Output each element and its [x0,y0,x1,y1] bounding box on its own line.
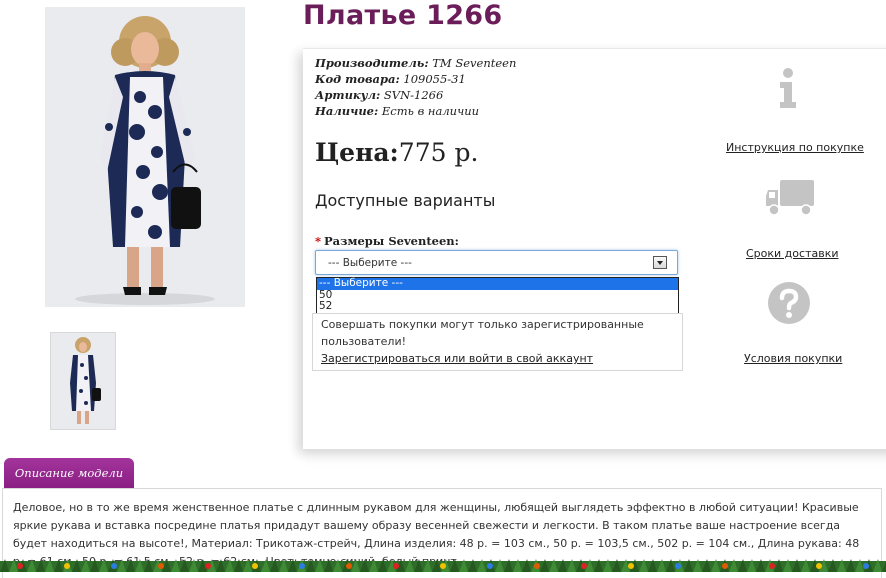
product-thumbnail[interactable] [50,332,116,430]
login-notice: Совершать покупки могут только зарегистр… [312,313,683,371]
garland-decoration [0,557,886,572]
code-row: Код товара: 109055-31 [315,72,466,86]
manufacturer-value: TM Seventeen [432,56,517,70]
question-icon[interactable] [767,281,811,325]
variants-heading: Доступные варианты [315,191,496,210]
size-option-50[interactable]: 50 [317,289,678,302]
product-title: Платье 1266 [303,0,503,31]
info-icon[interactable] [776,68,800,110]
chevron-down-icon[interactable] [653,256,667,269]
article-row: Артикул: SVN-1266 [315,88,444,102]
availability-row: Наличие: Есть в наличии [315,104,480,118]
availability-value: Есть в наличии [381,104,480,118]
delivery-link[interactable]: Сроки доставки [746,247,839,260]
size-option-52[interactable]: 52 [317,300,678,313]
code-value: 109055-31 [403,72,466,86]
product-meta: Производитель: TM Seventeen Код товара: … [315,55,516,119]
size-select[interactable]: --- Выберите --- [315,250,678,275]
register-login-link[interactable]: Зарегистрироваться или войти в свой акка… [321,350,674,367]
truck-icon[interactable] [766,178,816,218]
size-select-value: --- Выберите --- [328,257,412,269]
article-value: SVN-1266 [383,88,444,102]
instructions-link[interactable]: Инструкция по покупке [726,141,864,154]
size-dropdown-list: --- Выберите --- 50 52 [316,277,679,314]
tab-description[interactable]: Описание модели [4,458,134,488]
price: Цена:775 р. [315,138,479,167]
login-notice-text: Совершать покупки могут только зарегистр… [321,318,644,348]
terms-link[interactable]: Условия покупки [744,352,842,365]
manufacturer-row: Производитель: TM Seventeen [315,56,517,70]
price-value: 775 р. [398,138,479,167]
size-label: * Размеры Seventeen: [315,234,459,248]
product-photo[interactable] [45,7,245,307]
size-option-placeholder[interactable]: --- Выберите --- [317,277,678,290]
